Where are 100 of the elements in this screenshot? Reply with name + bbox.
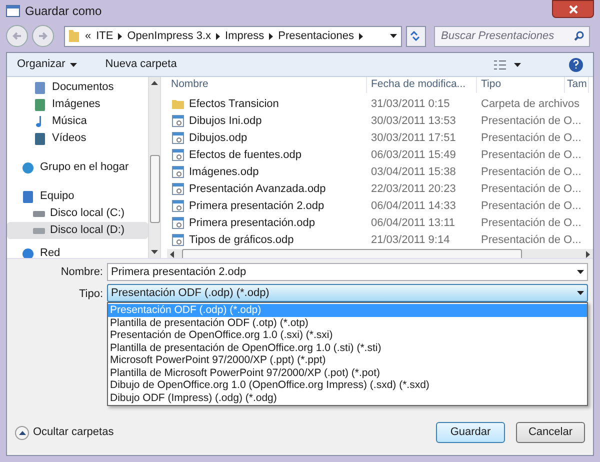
- scroll-left-icon[interactable]: [170, 250, 174, 258]
- date-cell-text: 22/03/2011 20:23: [370, 182, 457, 197]
- type-cell-text: Presentación de O...: [480, 233, 582, 248]
- file-name: Dibujos Ini.odp: [189, 114, 262, 129]
- sidebar-item[interactable]: Equipo: [7, 188, 148, 205]
- date-cell-text: 30/03/2011 17:51: [370, 131, 457, 146]
- drive-icon: [33, 228, 45, 234]
- file-row[interactable]: Imágenes.odp 03/04/2011 15:38 Presentación de O...: [167, 164, 593, 181]
- scroll-up-icon[interactable]: [151, 81, 158, 85]
- file-name: Efectos de fuentes.odp: [189, 148, 302, 163]
- type-cell-text: Presentación de O...: [480, 165, 582, 180]
- file-name: Imágenes.odp: [189, 165, 259, 180]
- collapse-icon: [15, 426, 29, 440]
- file-name-field[interactable]: Primera presentación 2.odp: [107, 263, 588, 281]
- date-cell-text: 31/03/2011 0:15: [370, 97, 451, 112]
- dropdown-option[interactable]: Dibujo ODF (Impress) (.odg) (*.odg): [108, 392, 587, 404]
- folder-icon: [68, 29, 80, 43]
- caret-icon: [70, 62, 78, 66]
- question-mark-icon: [573, 60, 579, 69]
- dropdown-option[interactable]: Presentación de OpenOffice.org 1.0 (.sxi) (*.sxi): [108, 329, 587, 342]
- sidebar-item[interactable]: Grupo en el hogar: [7, 159, 148, 176]
- hide-folders-button[interactable]: Ocultar carpetas: [15, 424, 114, 441]
- breadcrumb-item[interactable]: OpenImpress 3.x: [127, 28, 212, 44]
- file-name: Tipos de gráficos.odp: [189, 233, 294, 248]
- file-name: Presentación Avanzada.odp: [189, 182, 326, 197]
- file-name: Primera presentación 2.odp: [189, 199, 324, 214]
- dropdown-option[interactable]: Plantilla de presentación de OpenOffice.org 1.0 (.sti) (*.sti): [108, 342, 587, 354]
- help-button[interactable]: [569, 58, 583, 72]
- scroll-thumb[interactable]: [182, 248, 522, 258]
- search-field[interactable]: Buscar Presentaciones: [434, 26, 590, 46]
- horizontal-scrollbar[interactable]: [167, 248, 593, 258]
- file-name: Dibujos.odp: [189, 131, 248, 146]
- file-row[interactable]: Presentación Avanzada.odp 22/03/2011 20:23 Presentación de O...: [167, 180, 593, 198]
- scroll-thumb[interactable]: [150, 155, 160, 223]
- folder-icon: [171, 97, 185, 112]
- type-cell-text: Presentación de O...: [480, 199, 582, 214]
- address-bar[interactable]: « ITE OpenImpress 3.x Impress Presentaciones: [64, 26, 402, 46]
- window-title: Guardar como: [25, 3, 102, 20]
- file-type-dropdown[interactable]: Presentación ODF (.odp) (*.odp): [107, 284, 588, 302]
- date-cell-text: 30/03/2011 13:53: [370, 114, 457, 129]
- date-cell-text: 03/04/2011 15:38: [370, 165, 457, 180]
- date-cell-text: 06/03/2011 15:49: [370, 148, 457, 163]
- sidebar-item[interactable]: Imágenes: [7, 96, 148, 113]
- field-label: Tipo:: [78, 287, 104, 302]
- dropdown-option[interactable]: Dibujo de OpenOffice.org 1.0 (OpenOffice.org Impress) (.sxd) (*.sxd): [108, 379, 587, 392]
- sidebar-item[interactable]: Música: [7, 113, 148, 130]
- chevron-icon[interactable]: [118, 32, 122, 40]
- field-label: Nombre:: [60, 264, 104, 280]
- refresh-button[interactable]: [406, 26, 426, 46]
- sidebar-item[interactable]: Red: [7, 245, 148, 258]
- save-button[interactable]: Guardar: [436, 422, 505, 443]
- close-button[interactable]: [552, 0, 594, 18]
- dropdown-option[interactable]: Plantilla de Microsoft PowerPoint 97/2000/XP (.pot) (*.pot): [108, 366, 587, 379]
- caret-icon: [514, 62, 521, 66]
- chevron-icon[interactable]: [269, 32, 274, 40]
- type-cell-text: Presentación de O...: [480, 131, 582, 146]
- drive-icon: [33, 210, 45, 216]
- back-arrow-icon: [12, 31, 22, 41]
- scroll-down-icon[interactable]: [151, 250, 158, 254]
- file-row[interactable]: Efectos de fuentes.odp 06/03/2011 15:49 Presentación de O...: [167, 146, 593, 164]
- breadcrumb-item[interactable]: Presentaciones: [278, 28, 354, 44]
- file-name: Efectos Transicion: [189, 97, 279, 112]
- file-row[interactable]: Primera presentación.odp 06/04/2011 13:11 Presentación de O...: [167, 214, 593, 232]
- breadcrumb-item[interactable]: Impress: [225, 28, 264, 44]
- file-row[interactable]: Primera presentación 2.odp 06/04/2011 14:33 Presentación de O...: [167, 198, 593, 215]
- new-folder-button[interactable]: Nueva carpeta: [105, 56, 177, 73]
- file-row[interactable]: Tipos de gráficos.odp 21/03/2011 9:14 Presentación de O...: [167, 232, 593, 249]
- scroll-right-icon[interactable]: [586, 250, 590, 258]
- column-header[interactable]: Tam: [565, 77, 589, 93]
- date-cell-text: 21/03/2011 9:14: [370, 233, 451, 248]
- sidebar-item[interactable]: Vídeos: [7, 130, 148, 147]
- overflow-chevron[interactable]: «: [85, 28, 92, 44]
- file-row[interactable]: Dibujos Ini.odp 30/03/2011 13:53 Presentación de O...: [167, 112, 593, 130]
- type-cell-text: Presentación de O...: [480, 182, 582, 197]
- breadcrumb-item[interactable]: ITE: [96, 28, 114, 44]
- chevron-icon[interactable]: [216, 32, 220, 40]
- dropdown-option[interactable]: Plantilla de presentación ODF (.otp) (*.otp): [108, 316, 587, 329]
- dropdown-option[interactable]: Microsoft PowerPoint 97/2000/XP (.ppt) (*.ppt): [108, 354, 587, 366]
- caret-icon: [577, 270, 584, 274]
- chevron-icon[interactable]: [358, 32, 363, 40]
- file-row[interactable]: Efectos Transicion 31/03/2011 0:15 Carpeta de archivos: [167, 96, 593, 113]
- type-cell-text: Carpeta de archivos: [480, 97, 580, 112]
- view-button[interactable]: [494, 60, 521, 70]
- type-cell-text: Presentación de O...: [480, 114, 582, 129]
- cancel-button[interactable]: Cancelar: [516, 422, 585, 443]
- organize-button[interactable]: Organizar: [17, 56, 78, 73]
- vertical-scrollbar[interactable]: [148, 77, 161, 258]
- sidebar-item[interactable]: Documentos: [7, 79, 148, 96]
- forward-arrow-icon: [38, 31, 48, 41]
- sidebar-item[interactable]: Disco local (D:): [7, 222, 148, 239]
- type-cell-text: Presentación de O...: [480, 148, 582, 163]
- close-icon: [568, 4, 578, 14]
- caret-icon: [577, 291, 584, 295]
- file-row[interactable]: Dibujos.odp 30/03/2011 17:51 Presentación de O...: [167, 130, 593, 147]
- list-view-icon: [494, 60, 506, 70]
- sidebar-item[interactable]: Disco local (C:): [7, 205, 148, 222]
- search-icon: [574, 30, 584, 40]
- column-header[interactable]: Tipo: [477, 77, 565, 93]
- column-header[interactable]: Fecha de modifica...: [367, 77, 477, 93]
- column-header[interactable]: Nombre: [167, 77, 367, 93]
